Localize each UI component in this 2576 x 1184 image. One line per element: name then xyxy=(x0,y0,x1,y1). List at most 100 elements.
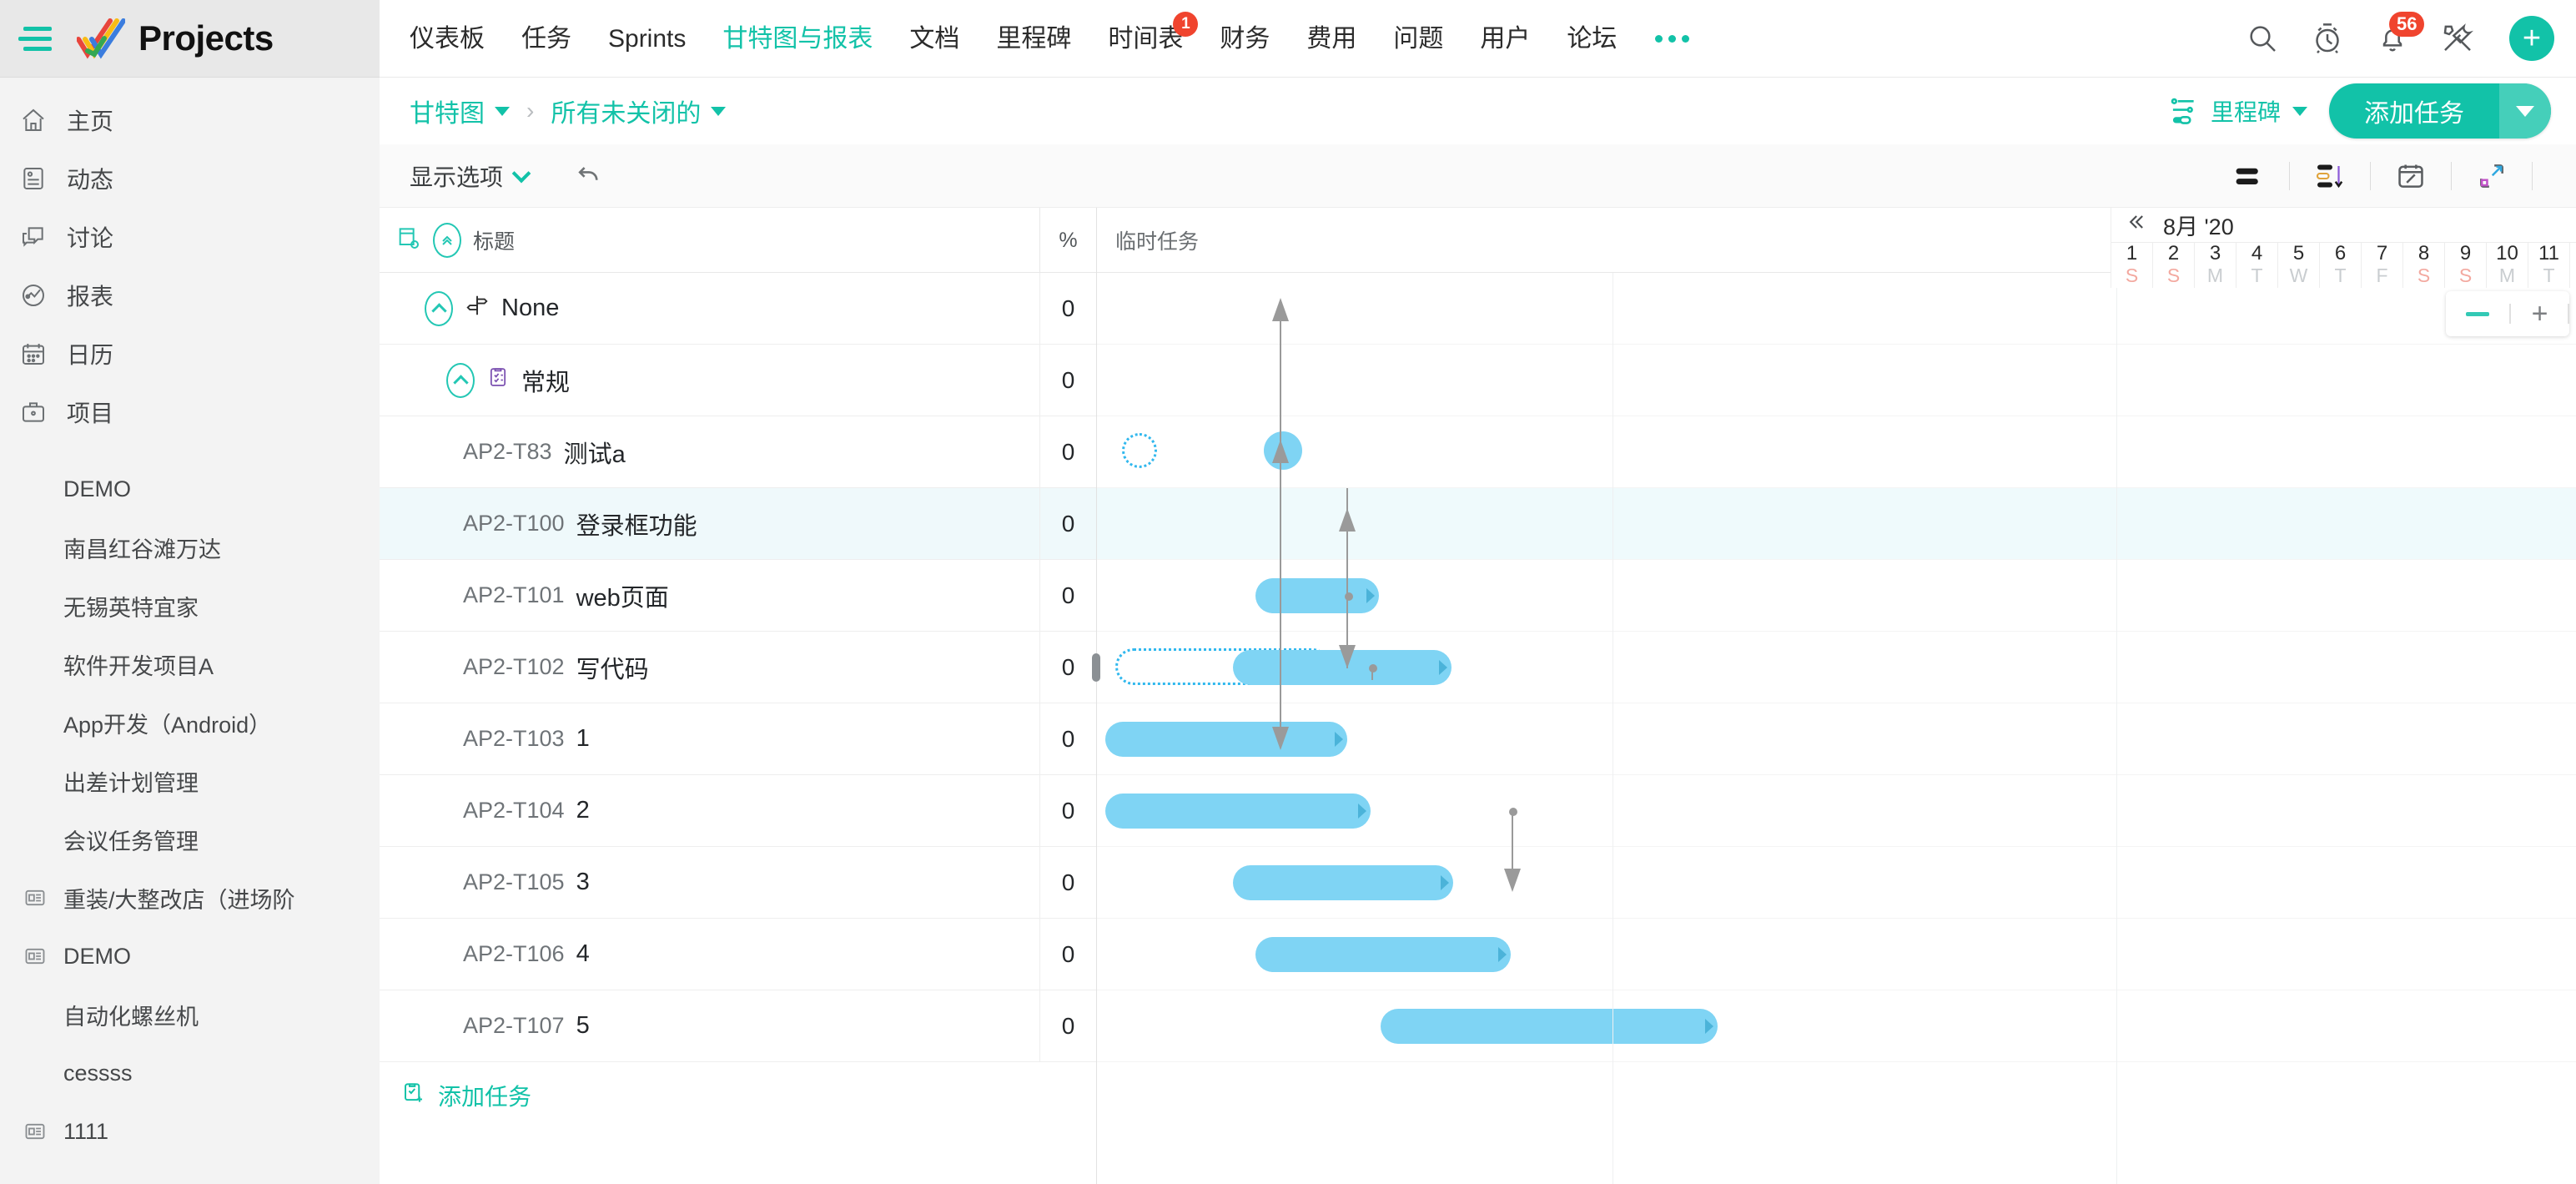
nav-tab-timesheets[interactable]: 时间表1 xyxy=(1089,0,1201,78)
gantt-bar-AP2-T107[interactable] xyxy=(1381,1009,1718,1044)
table-row[interactable]: AP2-T107 5 0 xyxy=(380,990,1096,1062)
ruler-day[interactable]: 3M xyxy=(2195,243,2236,288)
table-row[interactable]: AP2-T105 3 0 xyxy=(380,847,1096,919)
gantt-row[interactable] xyxy=(1097,632,2576,703)
add-button[interactable]: + xyxy=(2509,16,2554,61)
nav-tab-forums[interactable]: 论坛 xyxy=(1548,0,1635,78)
sidebar-project-item[interactable]: 会议任务管理 xyxy=(0,810,380,869)
sidebar-project-item[interactable]: 1111 xyxy=(0,1102,380,1161)
table-row[interactable]: AP2-T83 测试a 0 xyxy=(380,416,1096,488)
sidebar-item-report[interactable]: 报表 xyxy=(0,266,380,325)
zoom-in-button[interactable]: + xyxy=(2511,301,2568,326)
row-expander-icon[interactable] xyxy=(446,363,475,398)
ruler-day[interactable]: 1S xyxy=(2111,243,2153,288)
calendar-slash-icon[interactable] xyxy=(2392,158,2429,194)
sidebar-project-item[interactable]: DEMO xyxy=(0,460,380,518)
gantt-row[interactable] xyxy=(1097,775,2576,847)
tools-icon[interactable] xyxy=(2439,20,2476,57)
sidebar-item-activity[interactable]: 动态 xyxy=(0,149,380,208)
sidebar-project-item[interactable]: cessss xyxy=(0,1044,380,1102)
ruler-day[interactable]: 2S xyxy=(2153,243,2195,288)
collapse-all-icon[interactable] xyxy=(433,223,461,258)
nav-tab-expenses[interactable]: 费用 xyxy=(1288,0,1375,78)
ruler-day[interactable]: 6T xyxy=(2320,243,2362,288)
add-task-dropdown[interactable] xyxy=(2499,83,2551,139)
undo-icon[interactable] xyxy=(573,159,605,192)
sort-rows-icon[interactable] xyxy=(2312,158,2348,194)
sidebar-project-item[interactable]: App开发（Android） xyxy=(0,693,380,752)
gantt-bar-AP2-T105[interactable] xyxy=(1233,865,1453,900)
nav-tab-issues[interactable]: 问题 xyxy=(1375,0,1462,78)
add-task-button[interactable]: 添加任务 xyxy=(2329,83,2551,139)
ruler-day[interactable]: 5W xyxy=(2278,243,2320,288)
gantt-row[interactable] xyxy=(1097,345,2576,416)
sidebar-project-item[interactable]: 自动化螺丝机 xyxy=(0,985,380,1044)
ruler-day[interactable]: 11T xyxy=(2528,243,2570,288)
table-row[interactable]: AP2-T102 写代码 0 xyxy=(380,632,1096,703)
brand[interactable]: Projects xyxy=(77,18,274,59)
fullscreen-icon[interactable] xyxy=(2473,158,2510,194)
grid-add-task-button[interactable]: 添加任务 xyxy=(380,1062,1096,1129)
table-row[interactable]: None 0 xyxy=(380,273,1096,345)
sidebar-item-calendar[interactable]: 日历 xyxy=(0,325,380,383)
grid-resize-handle[interactable] xyxy=(1092,653,1100,682)
table-row[interactable]: AP2-T103 1 0 xyxy=(380,703,1096,775)
nav-tab-sprints[interactable]: Sprints xyxy=(590,0,704,78)
timer-icon[interactable] xyxy=(2309,20,2346,57)
gantt-row[interactable] xyxy=(1097,488,2576,560)
gantt-placeholder-milestone[interactable] xyxy=(1122,433,1157,468)
breadcrumb-item-filter[interactable]: 所有未关闭的 xyxy=(551,93,726,129)
sidebar-project-item[interactable]: 出差计划管理 xyxy=(0,752,380,810)
sidebar-project-item[interactable]: DEMO xyxy=(0,927,380,985)
ruler-day[interactable]: 10M xyxy=(2487,243,2528,288)
gantt-bar-AP2-T106[interactable] xyxy=(1255,937,1511,972)
row-percent: 0 xyxy=(1039,416,1096,488)
gantt-row[interactable] xyxy=(1097,847,2576,919)
ellipsis-icon[interactable] xyxy=(1635,35,1709,43)
gantt-row[interactable] xyxy=(1097,703,2576,775)
gantt-row[interactable] xyxy=(1097,919,2576,990)
bell-icon[interactable]: 56 xyxy=(2374,20,2411,57)
collapse-rows-icon[interactable] xyxy=(2231,158,2267,194)
sidebar-project-item[interactable]: 重装/大整改店（进场阶 xyxy=(0,869,380,927)
sidebar-project-item[interactable]: 无锡英特宜家 xyxy=(0,577,380,635)
table-row[interactable]: AP2-T100 登录框功能 0 xyxy=(380,488,1096,560)
ruler-day[interactable]: 9S xyxy=(2445,243,2487,288)
table-row[interactable]: AP2-T101 web页面 0 xyxy=(380,560,1096,632)
gantt-bar-AP2-T102[interactable] xyxy=(1233,650,1452,685)
gantt-bar-AP2-T101[interactable] xyxy=(1255,578,1379,613)
table-row[interactable]: 常规 0 xyxy=(380,345,1096,416)
table-row[interactable]: AP2-T106 4 0 xyxy=(380,919,1096,990)
nav-tab-dashboard[interactable]: 仪表板 xyxy=(391,0,503,78)
zoom-out-button[interactable] xyxy=(2446,312,2509,316)
nav-tab-gantt-reports[interactable]: 甘特图与报表 xyxy=(704,0,891,78)
gantt-bar-AP2-T103[interactable] xyxy=(1105,722,1347,757)
sidebar-item-discussion[interactable]: 讨论 xyxy=(0,208,380,266)
gantt-row[interactable] xyxy=(1097,416,2576,488)
row-expander-icon[interactable] xyxy=(425,291,453,326)
sidebar-item-projects[interactable]: 项目 xyxy=(0,383,380,441)
search-icon[interactable] xyxy=(2244,20,2281,57)
double-chevron-left-icon[interactable] xyxy=(2123,210,2148,239)
ruler-day[interactable]: 4T xyxy=(2236,243,2278,288)
gantt-milestone-AP2-T83[interactable] xyxy=(1264,431,1302,470)
sidebar-project-item[interactable]: 南昌红谷滩万达 xyxy=(0,518,380,577)
milestone-filter-button[interactable]: 里程碑 xyxy=(2169,94,2307,128)
breadcrumb-item-gantt[interactable]: 甘特图 xyxy=(410,93,510,129)
sidebar-item-home[interactable]: 主页 xyxy=(0,91,380,149)
gantt-row[interactable] xyxy=(1097,560,2576,632)
nav-tab-documents[interactable]: 文档 xyxy=(891,0,978,78)
nav-tab-finance[interactable]: 财务 xyxy=(1201,0,1288,78)
column-settings-icon[interactable] xyxy=(395,224,421,255)
gantt-bar-AP2-T104[interactable] xyxy=(1105,794,1371,829)
display-options-button[interactable]: 显示选项 xyxy=(410,159,528,193)
nav-tab-tasks[interactable]: 任务 xyxy=(503,0,590,78)
gantt-row[interactable] xyxy=(1097,990,2576,1062)
nav-tab-milestones[interactable]: 里程碑 xyxy=(978,0,1089,78)
nav-tab-users[interactable]: 用户 xyxy=(1462,0,1548,78)
ruler-day[interactable]: 7F xyxy=(2362,243,2403,288)
table-row[interactable]: AP2-T104 2 0 xyxy=(380,775,1096,847)
menu-toggle-icon[interactable] xyxy=(18,23,55,53)
sidebar-project-item[interactable]: 软件开发项目A xyxy=(0,635,380,693)
ruler-day[interactable]: 8S xyxy=(2403,243,2445,288)
